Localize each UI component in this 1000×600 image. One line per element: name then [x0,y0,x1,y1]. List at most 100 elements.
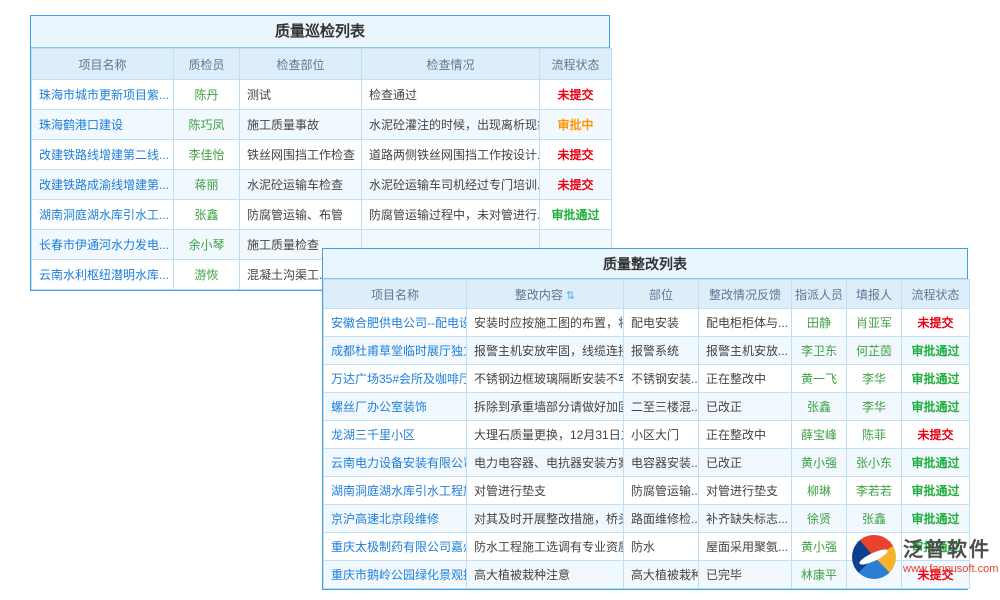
person-name-cell: 黄小强 [792,533,847,561]
person-name-cell: 蒋丽 [174,170,240,200]
table-row: 龙湖三千里小区大理石质量更换，12月31日之...小区大门正在整改中薛宝峰陈菲未… [324,421,970,449]
project-name-link[interactable]: 成都杜甫草堂临时展厅独立展... [324,337,467,365]
logo-website-url: www.fanpusoft.com [903,563,998,577]
sort-icon[interactable]: ⇅ [566,290,575,302]
text-cell: 防腐管运输... [624,477,699,505]
column-header: 检查部位 [240,49,362,80]
person-name-cell: 肖亚军 [847,309,902,337]
project-name-link[interactable]: 湖南洞庭湖水库引水工程施工... [324,477,467,505]
text-cell: 屋面采用聚氨... [699,533,792,561]
person-name-cell: 张鑫 [174,200,240,230]
column-header: 流程状态 [902,280,970,309]
person-name-cell: 何芷茵 [847,337,902,365]
project-name-link[interactable]: 长春市伊通河水力发电... [32,230,174,260]
text-cell: 电力电容器、电抗器安装方案... [467,449,624,477]
person-name-cell: 徐贤 [792,505,847,533]
person-name-cell: 柳琳 [792,477,847,505]
column-header[interactable]: 整改内容⇅ [467,280,624,309]
project-name-link[interactable]: 螺丝厂办公室装饰 [324,393,467,421]
person-name-cell: 余小琴 [174,230,240,260]
person-name-cell: 薛宝峰 [792,421,847,449]
status-cell: 未提交 [540,140,612,170]
person-name-cell: 陈菲 [847,421,902,449]
text-cell: 检查通过 [362,80,540,110]
inspection-list-title: 质量巡检列表 [31,16,609,48]
project-name-link[interactable]: 龙湖三千里小区 [324,421,467,449]
person-name-cell: 游恢 [174,260,240,290]
column-header: 填报人 [847,280,902,309]
text-cell: 正在整改中 [699,365,792,393]
text-cell: 已完毕 [699,561,792,589]
text-cell: 大理石质量更换，12月31日之... [467,421,624,449]
fanpusoft-logo-text: 泛普软件 www.fanpusoft.com [903,538,998,577]
person-name-cell: 林康平 [792,561,847,589]
rectification-list-title: 质量整改列表 [323,249,967,279]
header-row: 项目名称质检员检查部位检查情况流程状态 [32,49,612,80]
text-cell: 水泥砼运输车司机经过专门培训... [362,170,540,200]
person-name-cell: 陈巧凤 [174,110,240,140]
table-row: 成都杜甫草堂临时展厅独立展...报警主机安放牢固，线缆连接...报警系统报警主机… [324,337,970,365]
table-row: 珠海市城市更新项目紫...陈丹测试检查通过未提交 [32,80,612,110]
text-cell: 对管进行垫支 [467,477,624,505]
project-name-link[interactable]: 珠海市城市更新项目紫... [32,80,174,110]
project-name-link[interactable]: 珠海鹤港口建设 [32,110,174,140]
table-row: 改建铁路成渝线增建第...蒋丽水泥砼运输车检查水泥砼运输车司机经过专门培训...… [32,170,612,200]
text-cell: 正在整改中 [699,421,792,449]
table-row: 万达广场35#会所及咖啡厅空...不锈钢边框玻璃隔断安装不牢...不锈钢安装..… [324,365,970,393]
table-row: 安徽合肥供电公司--配电设备...安装时应按施工图的布置，将...配电安装配电柜… [324,309,970,337]
table-row: 改建铁路线增建第二线...李佳怡铁丝网围挡工作检查道路两侧铁丝网围挡工作按设计.… [32,140,612,170]
text-cell: 不锈钢边框玻璃隔断安装不牢... [467,365,624,393]
status-cell: 审批通过 [902,477,970,505]
status-cell: 审批通过 [902,449,970,477]
status-cell: 审批通过 [902,393,970,421]
project-name-link[interactable]: 改建铁路成渝线增建第... [32,170,174,200]
text-cell: 铁丝网围挡工作检查 [240,140,362,170]
project-name-link[interactable]: 安徽合肥供电公司--配电设备... [324,309,467,337]
project-name-link[interactable]: 重庆市鹅岭公园绿化景观提升... [324,561,467,589]
header-row: 项目名称整改内容⇅部位整改情况反馈指派人员填报人流程状态 [324,280,970,309]
person-name-cell: 李若若 [847,477,902,505]
text-cell: 配电安装 [624,309,699,337]
person-name-cell: 张小东 [847,449,902,477]
logo-brand-name: 泛普软件 [903,538,998,563]
text-cell: 已改正 [699,393,792,421]
table-row: 湖南洞庭湖水库引水工程施工...对管进行垫支防腐管运输...对管进行垫支柳琳李若… [324,477,970,505]
text-cell: 小区大门 [624,421,699,449]
person-name-cell: 陈丹 [174,80,240,110]
text-cell: 施工质量事故 [240,110,362,140]
text-cell: 电容器安装... [624,449,699,477]
project-name-link[interactable]: 改建铁路线增建第二线... [32,140,174,170]
project-name-link[interactable]: 云南水利枢纽潜明水库... [32,260,174,290]
project-name-link[interactable]: 万达广场35#会所及咖啡厅空... [324,365,467,393]
person-name-cell: 黄一飞 [792,365,847,393]
person-name-cell: 李华 [847,393,902,421]
column-header: 项目名称 [32,49,174,80]
status-cell: 审批通过 [902,337,970,365]
column-header: 质检员 [174,49,240,80]
text-cell: 不锈钢安装... [624,365,699,393]
person-name-cell: 李卫东 [792,337,847,365]
project-name-link[interactable]: 云南电力设备安装有限公司20... [324,449,467,477]
project-name-link[interactable]: 湖南洞庭湖水库引水工... [32,200,174,230]
text-cell: 防水 [624,533,699,561]
project-name-link[interactable]: 京沪高速北京段维修 [324,505,467,533]
text-cell: 安装时应按施工图的布置，将... [467,309,624,337]
column-header: 流程状态 [540,49,612,80]
table-row: 湖南洞庭湖水库引水工...张鑫防腐管运输、布管防腐管运输过程中，未对管进行...… [32,200,612,230]
column-header: 部位 [624,280,699,309]
text-cell: 水泥砼运输车检查 [240,170,362,200]
text-cell: 高大植被栽种 [624,561,699,589]
project-name-link[interactable]: 重庆太极制药有限公司嘉州中... [324,533,467,561]
status-cell: 未提交 [540,80,612,110]
person-name-cell: 张鑫 [792,393,847,421]
person-name-cell: 李佳怡 [174,140,240,170]
table-row: 京沪高速北京段维修对其及时开展整改措施，桥头...路面维修检...补齐缺失标志.… [324,505,970,533]
text-cell: 防腐管运输过程中，未对管进行... [362,200,540,230]
text-cell: 高大植被栽种注意 [467,561,624,589]
person-name-cell: 张鑫 [847,505,902,533]
text-cell: 路面维修检... [624,505,699,533]
text-cell: 补齐缺失标志... [699,505,792,533]
table-row: 珠海鹤港口建设陈巧凤施工质量事故水泥砼灌注的时候，出现离析现象审批中 [32,110,612,140]
text-cell: 报警主机安放牢固，线缆连接... [467,337,624,365]
text-cell: 已改正 [699,449,792,477]
